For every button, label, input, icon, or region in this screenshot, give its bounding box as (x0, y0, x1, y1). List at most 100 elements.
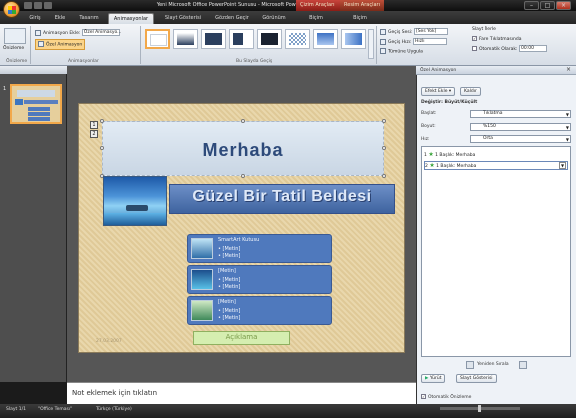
close-button[interactable]: × (556, 1, 571, 10)
smartart-bullet[interactable]: • [Metin] (218, 277, 240, 283)
effect-star-icon: ★ (428, 151, 434, 158)
caption-text[interactable]: Açıklama (193, 333, 290, 341)
animate-row: Animasyon Ekle: Özel Animasyo... (35, 29, 121, 36)
advance-slide-label: Slayt İlerle (472, 27, 496, 32)
close-pane-icon[interactable]: × (566, 66, 571, 73)
slide-subtitle[interactable]: Güzel Bir Tatil Beldesi (169, 188, 395, 206)
redo-icon[interactable] (44, 2, 52, 9)
resize-handle[interactable] (241, 119, 245, 123)
move-down-icon[interactable] (519, 361, 527, 369)
size-combo[interactable]: %150 ▼ (470, 123, 571, 131)
chevron-down-icon: ▼ (565, 137, 569, 142)
start-value: Tıklatma (483, 111, 503, 116)
reorder-label: Yeniden Sırala (477, 362, 509, 367)
ribbon: Önizleme Önizleme Animasyon Ekle: Özel A… (0, 24, 576, 66)
auto-label: Otomatik Olarak: (479, 47, 518, 52)
animation-list-item[interactable]: 2 ★ 1 Başlık: Merhaba ▼ (424, 161, 568, 170)
transition-black[interactable] (257, 29, 282, 49)
preview-icon[interactable] (4, 28, 26, 44)
smartart-heading[interactable]: SmartArt Kutusu (218, 237, 259, 243)
tab-design[interactable]: Tasarım (74, 13, 104, 24)
sound-combo[interactable]: [Ses Yok] (413, 28, 448, 35)
slides-pane-tabs[interactable] (0, 66, 67, 74)
smartart-heading[interactable]: [Metin] (218, 299, 236, 305)
play-button[interactable]: ▶ Yürüt (421, 374, 446, 383)
transition-fade[interactable] (173, 29, 198, 49)
animation-list-item[interactable]: 1 ★ 1 Başlık: Merhaba (424, 151, 568, 160)
beach-photo[interactable] (103, 176, 167, 226)
zoom-slider-thumb[interactable] (478, 405, 481, 412)
speed-combo[interactable]: Orta ▼ (470, 135, 571, 143)
save-icon[interactable] (24, 2, 32, 9)
autopreview-checkbox[interactable]: ✓ (421, 394, 426, 399)
apply-all-icon (380, 48, 386, 54)
undo-icon[interactable] (34, 2, 42, 9)
speed-combo[interactable]: Hızlı (412, 38, 447, 45)
resize-handle[interactable] (241, 174, 245, 178)
tab-view[interactable]: Görünüm (256, 13, 292, 24)
remove-button[interactable]: Kaldır (460, 87, 481, 96)
animation-tag[interactable]: 2 (90, 130, 98, 138)
transition-checker[interactable] (285, 29, 310, 49)
slide-date: 27.03.2007 (96, 339, 122, 344)
remove-label: Kaldır (464, 89, 477, 94)
smartart-picture[interactable] (191, 300, 213, 321)
apply-all-button[interactable]: Tümüne Uygula (380, 48, 423, 55)
slide-thumbnail[interactable] (10, 84, 62, 124)
chevron-down-icon[interactable]: ▼ (559, 162, 566, 169)
move-up-icon[interactable] (466, 361, 474, 369)
start-combo[interactable]: Tıklatma ▼ (470, 110, 571, 118)
autopreview-label: Otomatik Önizleme (428, 395, 472, 400)
transition-push-left[interactable] (341, 29, 366, 49)
preview-button-label[interactable]: Önizleme (3, 46, 24, 51)
resize-handle[interactable] (382, 174, 386, 178)
smartart-row[interactable]: SmartArt Kutusu • [Metin] • [Metin] (187, 234, 332, 263)
notes-placeholder[interactable]: Not eklemek için tıklatın (72, 389, 157, 397)
animate-combo[interactable]: Özel Animasyo... (81, 29, 121, 36)
smartart-row[interactable]: [Metin] • [Metin] • [Metin] (187, 296, 332, 325)
status-slide: Slayt 1/1 (6, 407, 26, 412)
tab-slideshow[interactable]: Slayt Gösterisi (158, 13, 208, 24)
smartart-row[interactable]: [Metin] • [Metin] • [Metin] (187, 265, 332, 294)
auto-checkbox[interactable] (472, 46, 477, 51)
resize-handle[interactable] (382, 119, 386, 123)
tab-animations[interactable]: Animasyonlar (108, 13, 154, 24)
slideshow-button[interactable]: Slayt Gösterisi (456, 374, 497, 383)
anim-order: 2 (425, 164, 428, 169)
transition-none[interactable] (145, 29, 170, 49)
smartart-heading[interactable]: [Metin] (218, 268, 236, 274)
office-button[interactable] (3, 1, 20, 18)
task-pane-title: Özel Animasyon (420, 68, 457, 73)
smartart-picture[interactable] (191, 238, 213, 259)
transition-gallery-more[interactable] (368, 29, 374, 59)
autopreview-row[interactable]: ✓ Otomatik Önizleme (421, 394, 471, 400)
tab-format-picture[interactable]: Biçim (342, 13, 378, 24)
tab-review[interactable]: Gözden Geçir (210, 13, 254, 24)
resize-handle[interactable] (100, 119, 104, 123)
transition-cut[interactable] (229, 29, 254, 49)
animation-tag[interactable]: 1 (90, 121, 98, 129)
smartart-bullet[interactable]: • [Metin] (218, 284, 240, 290)
smartart-picture[interactable] (191, 269, 213, 290)
transition-push-down[interactable] (313, 29, 338, 49)
smartart-bullet[interactable]: • [Metin] (218, 246, 240, 252)
auto-time-input[interactable]: 00:00 (518, 45, 547, 52)
tab-insert[interactable]: Ekle (50, 13, 70, 24)
smartart-bullet[interactable]: • [Metin] (218, 315, 240, 321)
speed-label: Geçiş Hızı: (388, 40, 412, 45)
tab-home[interactable]: Giriş (24, 13, 46, 24)
ribbon-tabs: Giriş Ekle Tasarım Animasyonlar Slayt Gö… (0, 11, 576, 24)
smartart-bullet[interactable]: • [Metin] (218, 253, 240, 259)
on-click-row[interactable]: ✓ Fare Tıklatmasında (472, 36, 521, 42)
maximize-button[interactable]: □ (540, 1, 555, 10)
custom-animation-button[interactable]: Özel Animasyon (35, 39, 86, 50)
tab-format-drawing[interactable]: Biçim (298, 13, 334, 24)
transition-dark[interactable] (201, 29, 226, 49)
smartart-bullet[interactable]: • [Metin] (218, 308, 240, 314)
on-click-checkbox[interactable]: ✓ (472, 36, 477, 41)
minimize-button[interactable]: – (524, 1, 539, 10)
add-effect-button[interactable]: Efekt Ekle ▾ (421, 87, 456, 96)
group-divider (30, 26, 31, 64)
slide-title[interactable]: Merhaba (102, 140, 384, 161)
animation-list[interactable] (421, 146, 571, 357)
